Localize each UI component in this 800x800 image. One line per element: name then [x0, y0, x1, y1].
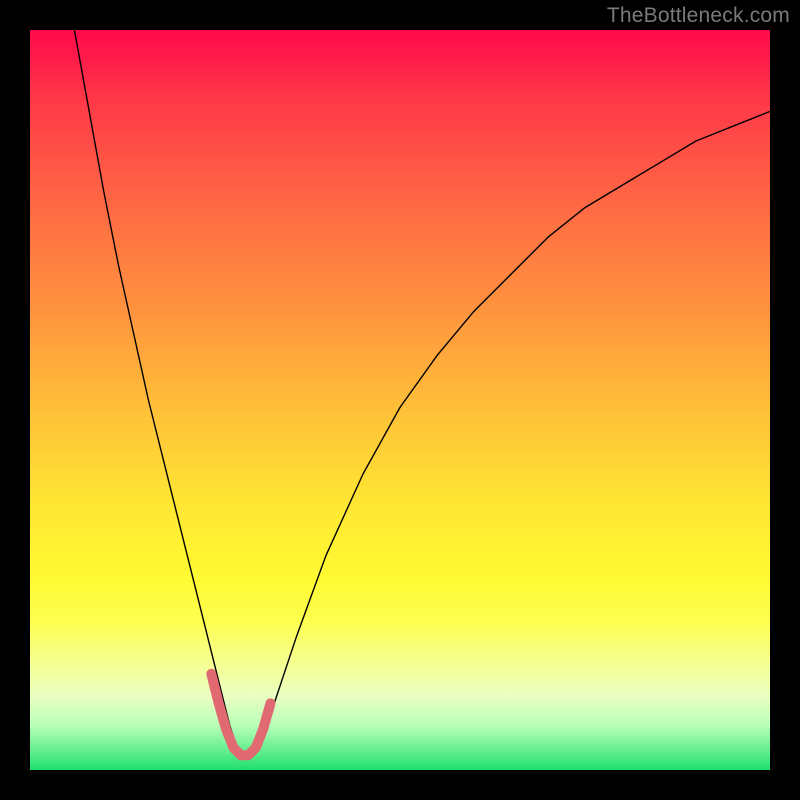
chart-svg	[30, 30, 770, 770]
watermark-text: TheBottleneck.com	[607, 4, 790, 28]
series-curve	[74, 30, 770, 755]
